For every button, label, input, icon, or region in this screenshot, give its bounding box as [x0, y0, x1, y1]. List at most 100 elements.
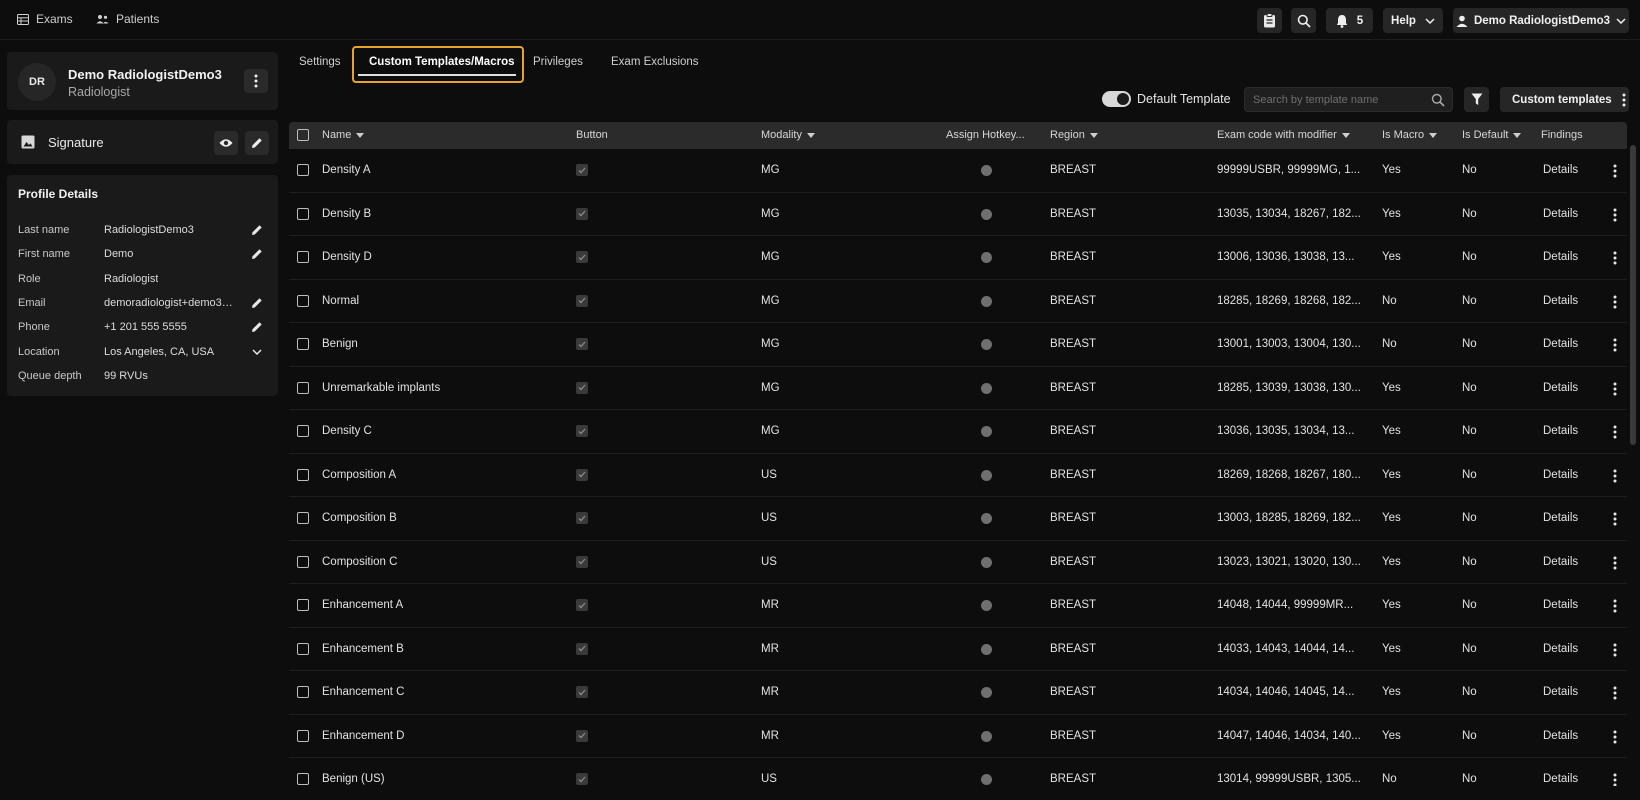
search-icon[interactable]	[1431, 93, 1445, 107]
assign-hotkey-indicator[interactable]	[981, 774, 992, 785]
column-is-default[interactable]: Is Default	[1462, 129, 1522, 141]
edit-field-button[interactable]	[249, 319, 265, 335]
row-menu-button[interactable]	[1609, 293, 1621, 311]
edit-signature-button[interactable]	[245, 131, 269, 155]
view-signature-button[interactable]	[214, 131, 238, 155]
table-row[interactable]: Benign MG BREAST 13001, 13003, 13004, 130..…	[289, 323, 1627, 367]
nav-patients[interactable]: Patients	[96, 10, 159, 28]
table-row[interactable]: Enhancement D MR BREAST 14047, 14046, 14034…	[289, 715, 1627, 758]
row-checkbox[interactable]	[297, 251, 309, 263]
table-row[interactable]: Density D MG BREAST 13006, 13036, 13038, 13…	[289, 236, 1627, 280]
tab-privileges[interactable]: Privileges	[533, 56, 583, 68]
assign-hotkey-indicator[interactable]	[981, 208, 992, 220]
row-checkbox[interactable]	[297, 207, 309, 220]
assign-hotkey-indicator[interactable]	[981, 382, 992, 394]
column-is-macro[interactable]: Is Macro	[1382, 129, 1438, 141]
clipboard-button[interactable]	[1257, 8, 1282, 33]
row-menu-button[interactable]	[1609, 380, 1621, 398]
cell-findings[interactable]: Details	[1543, 425, 1578, 437]
column-region[interactable]: Region	[1050, 129, 1098, 141]
row-checkbox[interactable]	[297, 425, 309, 437]
row-checkbox[interactable]	[297, 773, 309, 785]
row-menu-button[interactable]	[1609, 771, 1621, 786]
edit-field-button[interactable]	[249, 222, 265, 238]
default-template-toggle[interactable]	[1102, 91, 1131, 107]
cell-findings[interactable]: Details	[1543, 686, 1578, 698]
row-checkbox[interactable]	[297, 294, 309, 307]
table-row[interactable]: Density B MG BREAST 13035, 13034, 18267, 18…	[289, 193, 1627, 236]
table-row[interactable]: Unremarkable implants MG BREAST 18285, 1303…	[289, 367, 1627, 410]
template-search-input[interactable]	[1253, 88, 1428, 111]
assign-hotkey-indicator[interactable]	[981, 165, 992, 176]
cell-findings[interactable]: Details	[1543, 556, 1578, 568]
edit-field-button[interactable]	[249, 246, 265, 262]
row-checkbox[interactable]	[297, 381, 309, 394]
assign-hotkey-indicator[interactable]	[981, 600, 992, 611]
table-row[interactable]: Enhancement C MR BREAST 14034, 14046, 14045…	[289, 671, 1627, 715]
column-assign-hotkey[interactable]: Assign Hotkey...	[946, 129, 1025, 141]
table-row[interactable]: Composition B US BREAST 13003, 18285, 18269…	[289, 497, 1627, 541]
edit-field-button[interactable]	[249, 295, 265, 311]
tab-settings[interactable]: Settings	[299, 56, 341, 68]
nav-exams[interactable]: Exams	[17, 10, 73, 28]
custom-templates-button[interactable]: Custom templates	[1500, 87, 1629, 112]
row-menu-button[interactable]	[1609, 641, 1621, 659]
search-button[interactable]	[1291, 8, 1316, 33]
row-checkbox[interactable]	[297, 686, 309, 698]
cell-findings[interactable]: Details	[1543, 164, 1578, 176]
row-menu-button[interactable]	[1609, 423, 1621, 441]
row-menu-button[interactable]	[1609, 554, 1621, 572]
row-checkbox[interactable]	[297, 599, 309, 611]
select-all-checkbox[interactable]	[297, 129, 309, 141]
column-exam-code[interactable]: Exam code with modifier	[1217, 129, 1350, 141]
assign-hotkey-indicator[interactable]	[981, 643, 992, 655]
row-checkbox[interactable]	[297, 729, 309, 742]
row-checkbox[interactable]	[297, 338, 309, 350]
assign-hotkey-indicator[interactable]	[981, 469, 992, 481]
row-checkbox[interactable]	[297, 468, 309, 481]
table-row[interactable]: Benign (US) US BREAST 13014, 99999USBR, 130…	[289, 758, 1627, 786]
table-row[interactable]: Normal MG BREAST 18285, 18269, 18268, 182..…	[289, 280, 1627, 323]
row-menu-button[interactable]	[1609, 597, 1621, 615]
row-checkbox[interactable]	[297, 512, 309, 524]
assign-hotkey-indicator[interactable]	[981, 687, 992, 698]
table-row[interactable]: Enhancement B MR BREAST 14033, 14043, 14044…	[289, 628, 1627, 671]
tab-exam-exclusions[interactable]: Exam Exclusions	[611, 56, 699, 68]
assign-hotkey-indicator[interactable]	[981, 513, 992, 524]
cell-findings[interactable]: Details	[1543, 338, 1578, 350]
row-menu-button[interactable]	[1609, 162, 1621, 180]
table-row[interactable]: Density A MG BREAST 99999USBR, 99999MG, 1..…	[289, 149, 1627, 193]
cell-findings[interactable]: Details	[1543, 643, 1578, 655]
row-menu-button[interactable]	[1609, 249, 1621, 267]
row-menu-button[interactable]	[1609, 728, 1621, 746]
table-row[interactable]: Enhancement A MR BREAST 14048, 14044, 99999…	[289, 584, 1627, 628]
cell-findings[interactable]: Details	[1543, 295, 1578, 307]
row-menu-button[interactable]	[1609, 336, 1621, 354]
table-row[interactable]: Composition C US BREAST 13023, 13021, 13020…	[289, 541, 1627, 584]
cell-findings[interactable]: Details	[1543, 773, 1578, 785]
cell-findings[interactable]: Details	[1543, 512, 1578, 524]
assign-hotkey-indicator[interactable]	[981, 252, 992, 263]
assign-hotkey-indicator[interactable]	[981, 295, 992, 307]
filter-button[interactable]	[1464, 87, 1489, 112]
column-name[interactable]: Name	[322, 129, 365, 141]
assign-hotkey-indicator[interactable]	[981, 339, 992, 350]
row-checkbox[interactable]	[297, 164, 309, 176]
cell-findings[interactable]: Details	[1543, 382, 1578, 394]
assign-hotkey-indicator[interactable]	[981, 426, 992, 437]
location-dropdown-button[interactable]	[249, 344, 265, 360]
cell-findings[interactable]: Details	[1543, 730, 1578, 742]
cell-findings[interactable]: Details	[1543, 469, 1578, 481]
row-menu-button[interactable]	[1609, 206, 1621, 224]
assign-hotkey-indicator[interactable]	[981, 730, 992, 742]
assign-hotkey-indicator[interactable]	[981, 556, 992, 568]
tab-custom-templates-macros[interactable]: Custom Templates/Macros	[369, 56, 515, 68]
row-menu-button[interactable]	[1609, 467, 1621, 485]
table-scrollbar[interactable]	[1630, 145, 1636, 445]
notifications-button[interactable]: 5	[1326, 8, 1373, 33]
column-modality[interactable]: Modality	[761, 129, 815, 141]
user-menu[interactable]: Demo RadiologistDemo3	[1453, 8, 1629, 33]
cell-findings[interactable]: Details	[1543, 599, 1578, 611]
cell-findings[interactable]: Details	[1543, 251, 1578, 263]
table-row[interactable]: Density C MG BREAST 13036, 13035, 13034, 13…	[289, 410, 1627, 454]
